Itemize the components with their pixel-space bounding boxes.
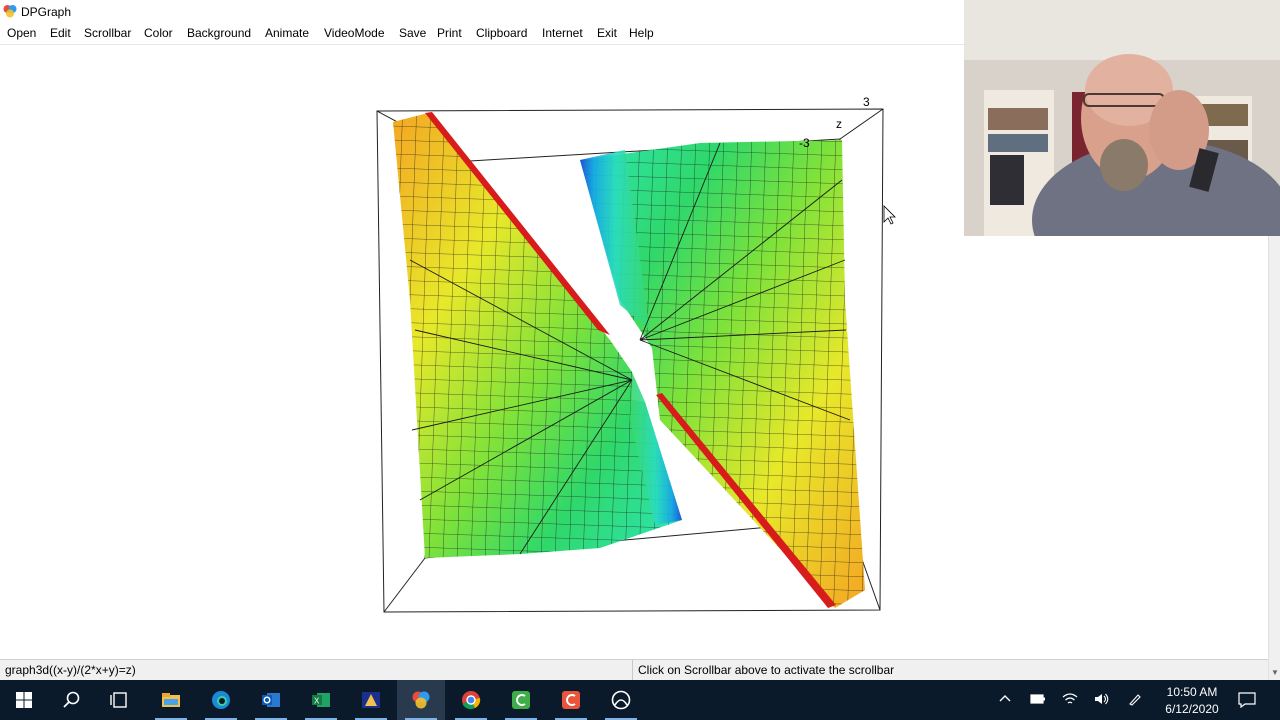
pen-ink-icon[interactable] xyxy=(1128,692,1142,706)
xbox-icon[interactable] xyxy=(597,680,645,720)
system-tray xyxy=(990,680,1150,720)
tick-label-top: 3 xyxy=(863,95,870,109)
menu-videomode[interactable]: VideoMode xyxy=(323,26,386,40)
window-title: DPGraph xyxy=(21,5,72,19)
edge-icon[interactable] xyxy=(197,680,245,720)
status-bar: graph3d((x-y)/(2*x+y)=z) Click on Scroll… xyxy=(0,659,1268,681)
notifications-icon[interactable] xyxy=(1238,692,1256,708)
tick-label-near: -3 xyxy=(799,136,810,150)
camtasia-recorder-icon[interactable] xyxy=(547,680,595,720)
menu-animate[interactable]: Animate xyxy=(264,26,310,40)
hint-text: Click on Scrollbar above to activate the… xyxy=(638,663,895,677)
menu-save[interactable]: Save xyxy=(398,26,427,40)
battery-icon[interactable] xyxy=(1030,692,1046,706)
start-icon[interactable] xyxy=(0,680,48,720)
webcam-overlay xyxy=(964,0,1280,236)
show-hidden-icons-icon[interactable] xyxy=(998,692,1012,706)
search-icon[interactable] xyxy=(48,680,96,720)
camtasia-icon[interactable] xyxy=(497,680,545,720)
formula-text: graph3d((x-y)/(2*x+y)=z) xyxy=(5,663,136,677)
windows-taskbar: X 10:50 AM 6/12/2020 xyxy=(0,680,1280,720)
task-view-icon[interactable] xyxy=(96,680,144,720)
menu-clipboard[interactable]: Clipboard xyxy=(475,26,528,40)
scroll-down-icon[interactable]: ▼ xyxy=(1270,668,1280,678)
dpgraph-icon[interactable] xyxy=(397,680,445,720)
menu-scrollbar[interactable]: Scrollbar xyxy=(83,26,132,40)
menu-help[interactable]: Help xyxy=(628,26,655,40)
wifi-icon[interactable] xyxy=(1062,692,1078,706)
mouse-cursor-icon xyxy=(883,205,896,225)
menu-color[interactable]: Color xyxy=(143,26,174,40)
menu-exit[interactable]: Exit xyxy=(596,26,618,40)
dpgraph-app-icon xyxy=(3,5,17,18)
clock-date: 6/12/2020 xyxy=(1165,702,1219,716)
webcam-video-image xyxy=(964,0,1280,236)
chrome-icon[interactable] xyxy=(447,680,495,720)
excel-icon[interactable]: X xyxy=(297,680,345,720)
file-explorer-icon[interactable] xyxy=(147,680,195,720)
menu-background[interactable]: Background xyxy=(186,26,252,40)
menu-print[interactable]: Print xyxy=(436,26,463,40)
notifications-area xyxy=(1236,680,1260,720)
menu-open[interactable]: Open xyxy=(6,26,37,40)
hint-panel: Click on Scrollbar above to activate the… xyxy=(633,660,1268,681)
menu-internet[interactable]: Internet xyxy=(541,26,584,40)
menu-edit[interactable]: Edit xyxy=(49,26,72,40)
formula-panel: graph3d((x-y)/(2*x+y)=z) xyxy=(0,660,633,681)
taskbar-clock[interactable]: 10:50 AM 6/12/2020 xyxy=(1156,680,1228,720)
clock-time: 10:50 AM xyxy=(1166,685,1218,699)
svg-text:X: X xyxy=(314,697,320,706)
axis-label-z: z xyxy=(836,117,842,131)
media-app-icon[interactable] xyxy=(347,680,395,720)
outlook-icon[interactable] xyxy=(247,680,295,720)
volume-icon[interactable] xyxy=(1094,692,1110,706)
